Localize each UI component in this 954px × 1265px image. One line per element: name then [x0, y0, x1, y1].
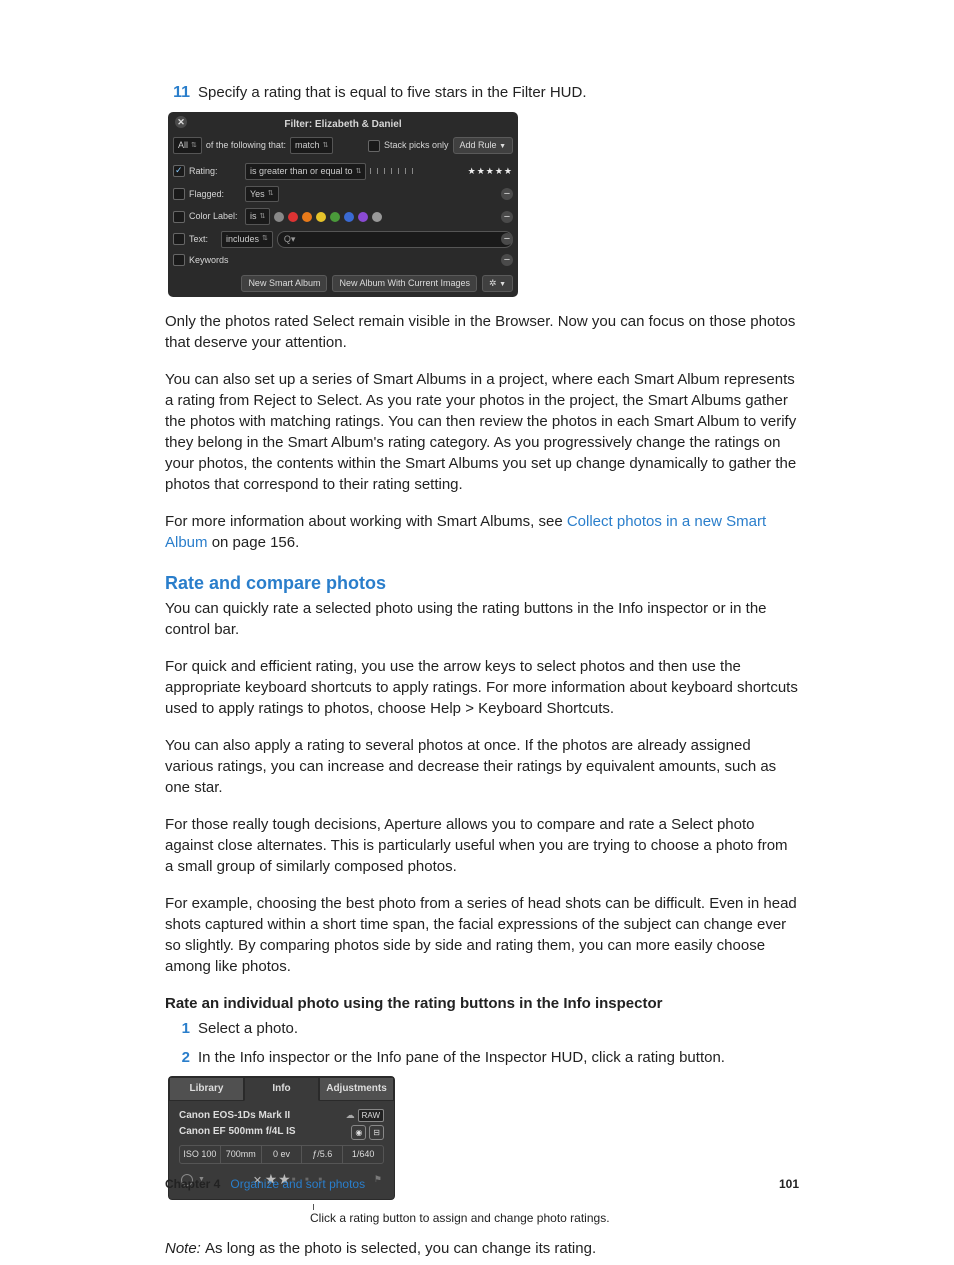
section-heading: Rate and compare photos	[165, 571, 799, 596]
keywords-label: Keywords	[189, 254, 241, 267]
color-dot-orange[interactable]	[302, 212, 312, 222]
hud-title: ✕ Filter: Elizabeth & Daniel	[173, 116, 513, 137]
body-paragraph: You can also set up a series of Smart Al…	[165, 369, 799, 495]
new-album-current-images-button[interactable]: New Album With Current Images	[332, 275, 477, 292]
callout-text: Click a rating button to assign and chan…	[310, 1204, 799, 1226]
body-paragraph: For those really tough decisions, Apertu…	[165, 814, 799, 877]
step-11: 11 Specify a rating that is equal to fiv…	[165, 82, 799, 104]
subheading: Rate an individual photo using the ratin…	[165, 993, 799, 1014]
body-paragraph: For more information about working with …	[165, 511, 799, 553]
rating-checkbox[interactable]	[173, 165, 185, 177]
flagged-rule-row: Flagged: Yes⇅ −	[173, 183, 513, 206]
body-paragraph: You can also apply a rating to several p…	[165, 735, 799, 798]
hud-bottom-row: New Smart Album New Album With Current I…	[173, 269, 513, 292]
cloud-icon: ☁	[346, 1109, 355, 1122]
text-label: Text:	[189, 233, 217, 246]
flagged-label: Flagged:	[189, 188, 241, 201]
footer-chapter-title[interactable]: Organize and sort photos	[230, 1176, 365, 1193]
tab-library[interactable]: Library	[169, 1077, 244, 1101]
text-rule-row: Text: includes⇅ Q▾ −	[173, 228, 513, 251]
keywords-rule-row: Keywords −	[173, 251, 513, 270]
match-scope-select[interactable]: All⇅	[173, 137, 202, 154]
text-operator-select[interactable]: includes⇅	[221, 231, 273, 248]
remove-keywords-rule-icon[interactable]: −	[501, 254, 513, 266]
step-number: 2	[165, 1047, 198, 1068]
stack-picks-checkbox[interactable]	[368, 140, 380, 152]
step-2: 2 In the Info inspector or the Info pane…	[165, 1047, 799, 1068]
add-rule-button[interactable]: Add Rule ▼	[453, 137, 513, 154]
color-dot-green[interactable]	[330, 212, 340, 222]
body-paragraph: For example, choosing the best photo fro…	[165, 893, 799, 977]
step-text: In the Info inspector or the Info pane o…	[198, 1047, 799, 1068]
color-dot-yellow[interactable]	[316, 212, 326, 222]
rating-operator-select[interactable]: is greater than or equal to⇅	[245, 163, 366, 180]
close-icon[interactable]: ✕	[175, 116, 187, 128]
colorlabel-checkbox[interactable]	[173, 211, 185, 223]
rating-label: Rating:	[189, 165, 241, 178]
step-number: 1	[165, 1018, 198, 1039]
tab-adjustments[interactable]: Adjustments	[319, 1077, 394, 1101]
step-number: 11	[165, 82, 198, 104]
raw-badge: RAW	[358, 1109, 384, 1122]
colorlabel-rule-row: Color Label: is⇅ −	[173, 205, 513, 228]
text-search-input[interactable]: Q▾	[277, 231, 513, 248]
step-text: Specify a rating that is equal to five s…	[198, 82, 799, 104]
exif-shutter: 1/640	[343, 1146, 383, 1163]
body-paragraph: Only the photos rated Select remain visi…	[165, 311, 799, 353]
exif-row: ISO 100 700mm 0 ev ƒ/5.6 1/640	[179, 1145, 384, 1164]
body-paragraph: You can quickly rate a selected photo us…	[165, 598, 799, 640]
step-text: Select a photo.	[198, 1018, 799, 1039]
exif-iso: ISO 100	[180, 1146, 221, 1163]
exif-aperture: ƒ/5.6	[302, 1146, 343, 1163]
remove-colorlabel-rule-icon[interactable]: −	[501, 211, 513, 223]
hud-top-row: All⇅ of the following that: match⇅ Stack…	[173, 137, 513, 154]
color-dot-red[interactable]	[288, 212, 298, 222]
meter-icon[interactable]: ◉	[351, 1125, 366, 1140]
step-1: 1 Select a photo.	[165, 1018, 799, 1039]
keywords-checkbox[interactable]	[173, 254, 185, 266]
flagged-value-select[interactable]: Yes⇅	[245, 186, 279, 203]
exif-ev: 0 ev	[262, 1146, 303, 1163]
note-paragraph: Note: As long as the photo is selected, …	[165, 1238, 799, 1259]
inspector-tabs: Library Info Adjustments	[169, 1077, 394, 1101]
color-dot-none[interactable]	[274, 212, 284, 222]
flagged-checkbox[interactable]	[173, 188, 185, 200]
color-dot-blue[interactable]	[344, 212, 354, 222]
rating-rule-row: Rating: is greater than or equal to⇅ ★★★…	[173, 160, 513, 183]
text-checkbox[interactable]	[173, 233, 185, 245]
tab-info[interactable]: Info	[244, 1077, 319, 1101]
match-operator-select[interactable]: match⇅	[290, 137, 333, 154]
page-footer: Chapter 4 Organize and sort photos 101	[165, 1176, 799, 1193]
hud-of-label: of the following that:	[206, 139, 286, 152]
audio-icon[interactable]: ⊟	[369, 1125, 384, 1140]
rating-ticks	[370, 165, 419, 178]
note-label: Note:	[165, 1240, 205, 1257]
new-smart-album-button[interactable]: New Smart Album	[241, 275, 327, 292]
color-dot-gray[interactable]	[372, 212, 382, 222]
filter-hud: ✕ Filter: Elizabeth & Daniel All⇅ of the…	[168, 112, 518, 297]
stack-picks-label: Stack picks only	[384, 139, 449, 152]
colorlabel-label: Color Label:	[189, 210, 241, 223]
exif-focal-length: 700mm	[221, 1146, 262, 1163]
colorlabel-operator-select[interactable]: is⇅	[245, 208, 270, 225]
footer-chapter: Chapter 4	[165, 1176, 220, 1193]
remove-flagged-rule-icon[interactable]: −	[501, 188, 513, 200]
rating-stars[interactable]: ★★★★★	[468, 165, 513, 178]
footer-page-number: 101	[779, 1176, 799, 1193]
body-paragraph: For quick and efficient rating, you use …	[165, 656, 799, 719]
hud-gear-menu[interactable]: ✲ ▼	[482, 275, 513, 292]
color-dot-purple[interactable]	[358, 212, 368, 222]
